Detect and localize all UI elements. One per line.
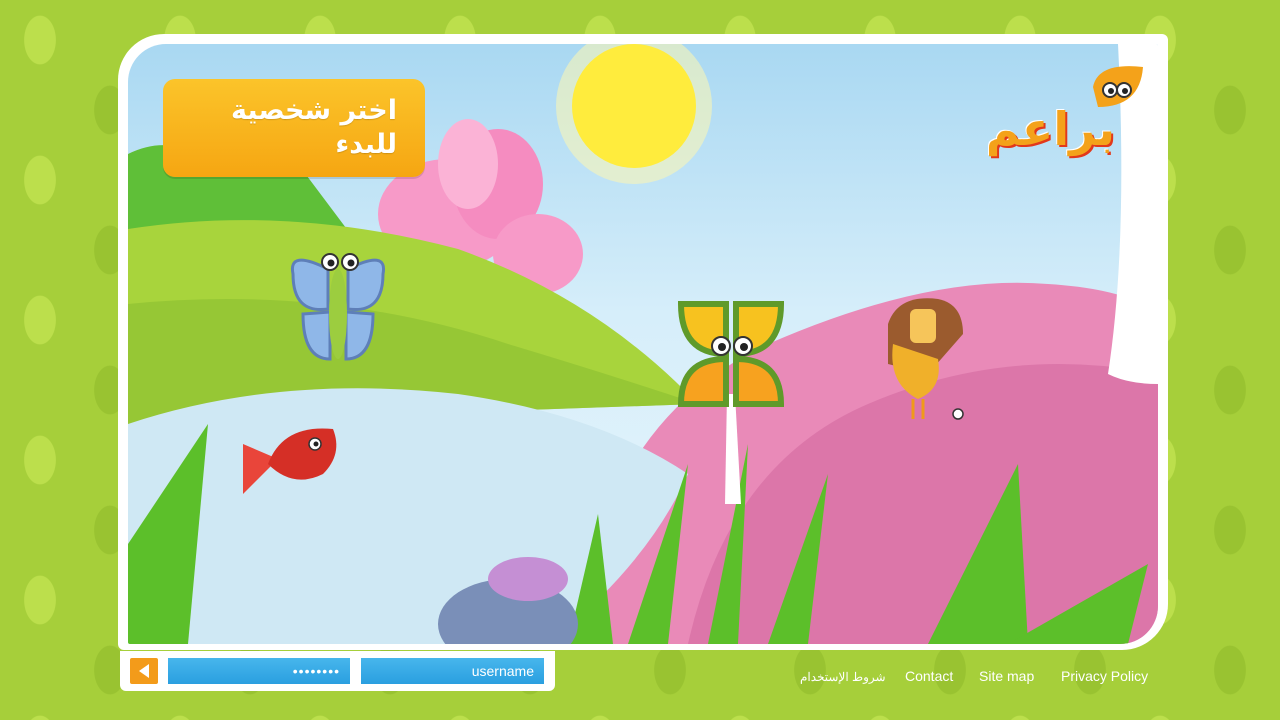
arrow-left-icon: [139, 664, 149, 678]
password-field[interactable]: ••••••••: [166, 656, 352, 686]
baraem-logo: براعم: [950, 62, 1150, 212]
privacy-policy-link[interactable]: Privacy Policy: [1061, 668, 1148, 684]
username-value: username: [471, 663, 534, 679]
sun: [572, 44, 696, 168]
logo-text: براعم: [985, 102, 1115, 156]
contact-link[interactable]: Contact: [905, 668, 953, 684]
blue-butterfly-character: [290, 253, 386, 361]
back-button[interactable]: [128, 656, 160, 686]
start-prompt-text: اختر شخصية للبدء: [231, 95, 397, 160]
password-value: ••••••••: [292, 663, 340, 679]
terms-link[interactable]: شروط الإستخدام: [800, 670, 886, 684]
username-field[interactable]: username: [359, 656, 546, 686]
choose-character-banner: اختر شخصية للبدء: [163, 79, 425, 177]
site-map-link[interactable]: Site map: [979, 668, 1034, 684]
